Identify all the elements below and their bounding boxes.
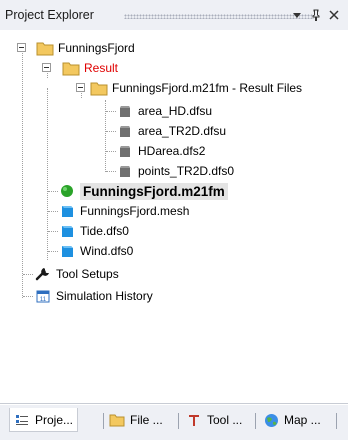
tree-node-wind[interactable]: Wind.dfs0 [58, 241, 133, 261]
tool-icon [186, 412, 202, 428]
tree-node-label: FunningsFjord.mesh [80, 204, 190, 218]
globe-icon [263, 412, 279, 428]
folder-icon [36, 40, 54, 56]
tab-separator [255, 413, 256, 429]
tree-connector [48, 231, 58, 232]
tree-connector [48, 251, 58, 252]
tree-node-label: FunningsFjord [58, 41, 135, 55]
tree-node-file[interactable]: points_TR2D.dfs0 [116, 161, 234, 181]
tab-file-explorer[interactable]: File ... [105, 408, 167, 432]
drag-grip[interactable] [124, 14, 314, 19]
tree-node-tool-setups[interactable]: Tool Setups [34, 264, 119, 284]
tab-label: File ... [130, 413, 163, 427]
folder-icon [109, 412, 125, 428]
folder-icon [90, 80, 108, 96]
tree-connector [106, 171, 116, 172]
mesh-file-icon [58, 203, 76, 219]
tab-label: Map ... [284, 413, 321, 427]
tab-map[interactable]: Map ... [259, 408, 325, 432]
tree-node-tide[interactable]: Tide.dfs0 [58, 221, 129, 241]
tree-node-file[interactable]: area_HD.dfsu [116, 101, 212, 121]
data-file-icon [58, 243, 76, 259]
result-file-icon [116, 163, 134, 179]
tree-node-label: Tool Setups [56, 267, 119, 281]
tree-node-result[interactable]: Result [62, 58, 118, 78]
dropdown-arrow-icon[interactable] [290, 8, 304, 22]
tree-connector [48, 211, 58, 212]
tree-node-label: Result [84, 61, 119, 75]
close-icon[interactable] [327, 8, 341, 22]
tree-connector [106, 131, 116, 132]
data-file-icon [58, 223, 76, 239]
tree-node-label: Simulation History [56, 289, 153, 303]
tree-node-file[interactable]: area_TR2D.dfsu [116, 121, 226, 141]
panel-titlebar: Project Explorer [0, 0, 348, 30]
tree-node-mesh[interactable]: FunningsFjord.mesh [58, 201, 189, 221]
tree-connector [106, 151, 116, 152]
tab-label: Proje... [35, 412, 74, 427]
tree-node-label: FunningsFjord.m21fm - Result Files [112, 81, 303, 95]
result-file-icon [116, 123, 134, 139]
project-explorer-icon [14, 412, 30, 428]
tree-node-root[interactable]: FunningsFjord [36, 38, 135, 58]
tab-separator [336, 413, 337, 429]
model-status-icon [58, 183, 76, 199]
tree-connector [23, 274, 33, 275]
collapse-toggle[interactable] [17, 43, 26, 52]
panel-title: Project Explorer [5, 8, 94, 22]
tree-node-label: FunningsFjord.m21fm [80, 182, 228, 200]
tree-connector [47, 88, 48, 260]
tree-connector [22, 48, 23, 298]
tree-node-model[interactable]: FunningsFjord.m21fm [58, 181, 228, 201]
collapse-toggle[interactable] [76, 83, 85, 92]
tree-node-label: Tide.dfs0 [80, 224, 129, 238]
bottom-tab-strip: Proje... File ... Tool ... Map ... [0, 405, 348, 440]
tree-node-label: area_HD.dfsu [138, 104, 213, 118]
tree-node-label: area_TR2D.dfsu [138, 124, 227, 138]
calendar-icon: 11 [34, 288, 52, 304]
tree-node-result-files[interactable]: FunningsFjord.m21fm - Result Files [90, 78, 302, 98]
tree-node-simulation-history[interactable]: 11 Simulation History [34, 286, 153, 306]
tab-toolbox[interactable]: Tool ... [182, 408, 246, 432]
tree-connector [106, 111, 116, 112]
tab-project-explorer[interactable]: Proje... [9, 408, 79, 432]
result-file-icon [116, 143, 134, 159]
result-file-icon [116, 103, 134, 119]
tree-node-label: HDarea.dfs2 [138, 144, 206, 158]
project-tree: FunningsFjord Result FunningsFjord.m21fm… [0, 30, 348, 404]
pin-icon[interactable] [309, 8, 323, 22]
folder-icon [62, 60, 80, 76]
tab-separator [103, 413, 104, 429]
tree-node-label: points_TR2D.dfs0 [138, 164, 235, 178]
svg-text:11: 11 [40, 297, 47, 303]
tab-separator [178, 413, 179, 429]
wrench-icon [34, 266, 52, 282]
tab-label: Tool ... [207, 413, 243, 427]
collapse-toggle[interactable] [42, 63, 51, 72]
tree-connector [48, 191, 58, 192]
tree-node-label: Wind.dfs0 [80, 244, 134, 258]
tree-connector [23, 296, 33, 297]
tree-node-file[interactable]: HDarea.dfs2 [116, 141, 205, 161]
